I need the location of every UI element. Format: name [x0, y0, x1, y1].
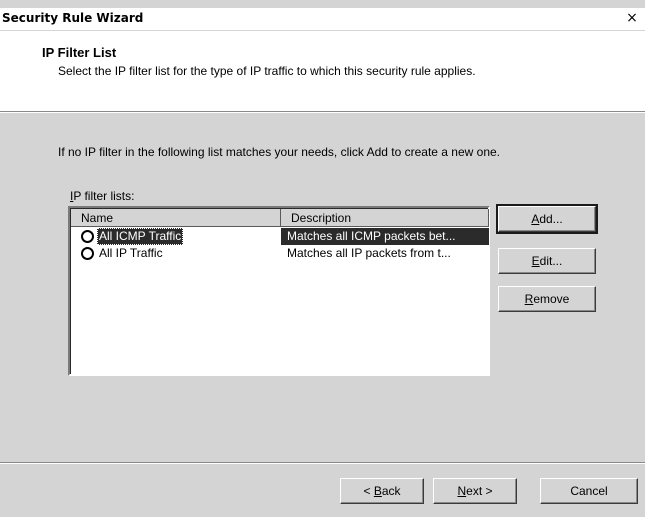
- page-subtitle: Select the IP filter list for the type o…: [58, 64, 476, 78]
- header-divider: [0, 111, 645, 113]
- list-row-all-icmp-traffic[interactable]: All ICMP Traffic Matches all ICMP packet…: [71, 228, 489, 245]
- title-bar[interactable]: Security Rule Wizard ×: [0, 8, 645, 30]
- row-name: All IP Traffic: [99, 246, 163, 260]
- edit-accelerator: E: [531, 254, 540, 268]
- back-button[interactable]: < Back: [340, 478, 424, 504]
- footer-divider: [0, 462, 645, 464]
- remove-accelerator: R: [524, 292, 534, 306]
- remove-label: emove: [533, 292, 570, 306]
- edit-button[interactable]: Edit...: [498, 248, 596, 274]
- column-header-name[interactable]: Name: [71, 209, 281, 227]
- security-rule-wizard-window: Security Rule Wizard × IP Filter List Se…: [0, 0, 645, 517]
- add-label: dd...: [539, 212, 563, 226]
- back-accelerator: B: [373, 484, 382, 498]
- row-name-cell: All ICMP Traffic: [97, 228, 184, 245]
- back-label: ack: [381, 484, 401, 498]
- list-label-text: P filter lists:: [73, 189, 135, 203]
- radio-button[interactable]: [81, 230, 94, 243]
- next-accelerator: N: [457, 484, 467, 498]
- back-prefix: <: [363, 484, 374, 498]
- edit-label: dit...: [539, 254, 563, 268]
- page-title: IP Filter List: [42, 45, 117, 60]
- window-title: Security Rule Wizard: [2, 11, 144, 25]
- row-description: Matches all IP packets from t...: [287, 246, 451, 260]
- close-icon[interactable]: ×: [622, 9, 642, 27]
- list-header: Name Description: [71, 209, 489, 227]
- ip-filter-lists-label: IP filter lists:: [70, 189, 134, 203]
- row-description: Matches all ICMP packets bet...: [281, 228, 489, 245]
- add-button[interactable]: Add...: [496, 204, 598, 234]
- column-header-description[interactable]: Description: [281, 209, 489, 227]
- next-button[interactable]: Next >: [433, 478, 517, 504]
- wizard-header: IP Filter List Select the IP filter list…: [0, 31, 645, 111]
- info-text: If no IP filter in the following list ma…: [58, 145, 501, 159]
- cancel-button[interactable]: Cancel: [540, 478, 638, 504]
- row-name-cell: All IP Traffic: [97, 245, 165, 262]
- next-label: ext >: [466, 484, 493, 498]
- list-row-all-ip-traffic[interactable]: All IP Traffic Matches all IP packets fr…: [71, 245, 489, 262]
- remove-button[interactable]: Remove: [498, 286, 596, 312]
- ip-filter-list-view[interactable]: Name Description All ICMP Traffic Matche…: [68, 206, 490, 376]
- radio-button[interactable]: [81, 247, 94, 260]
- row-name: All ICMP Traffic: [97, 228, 184, 245]
